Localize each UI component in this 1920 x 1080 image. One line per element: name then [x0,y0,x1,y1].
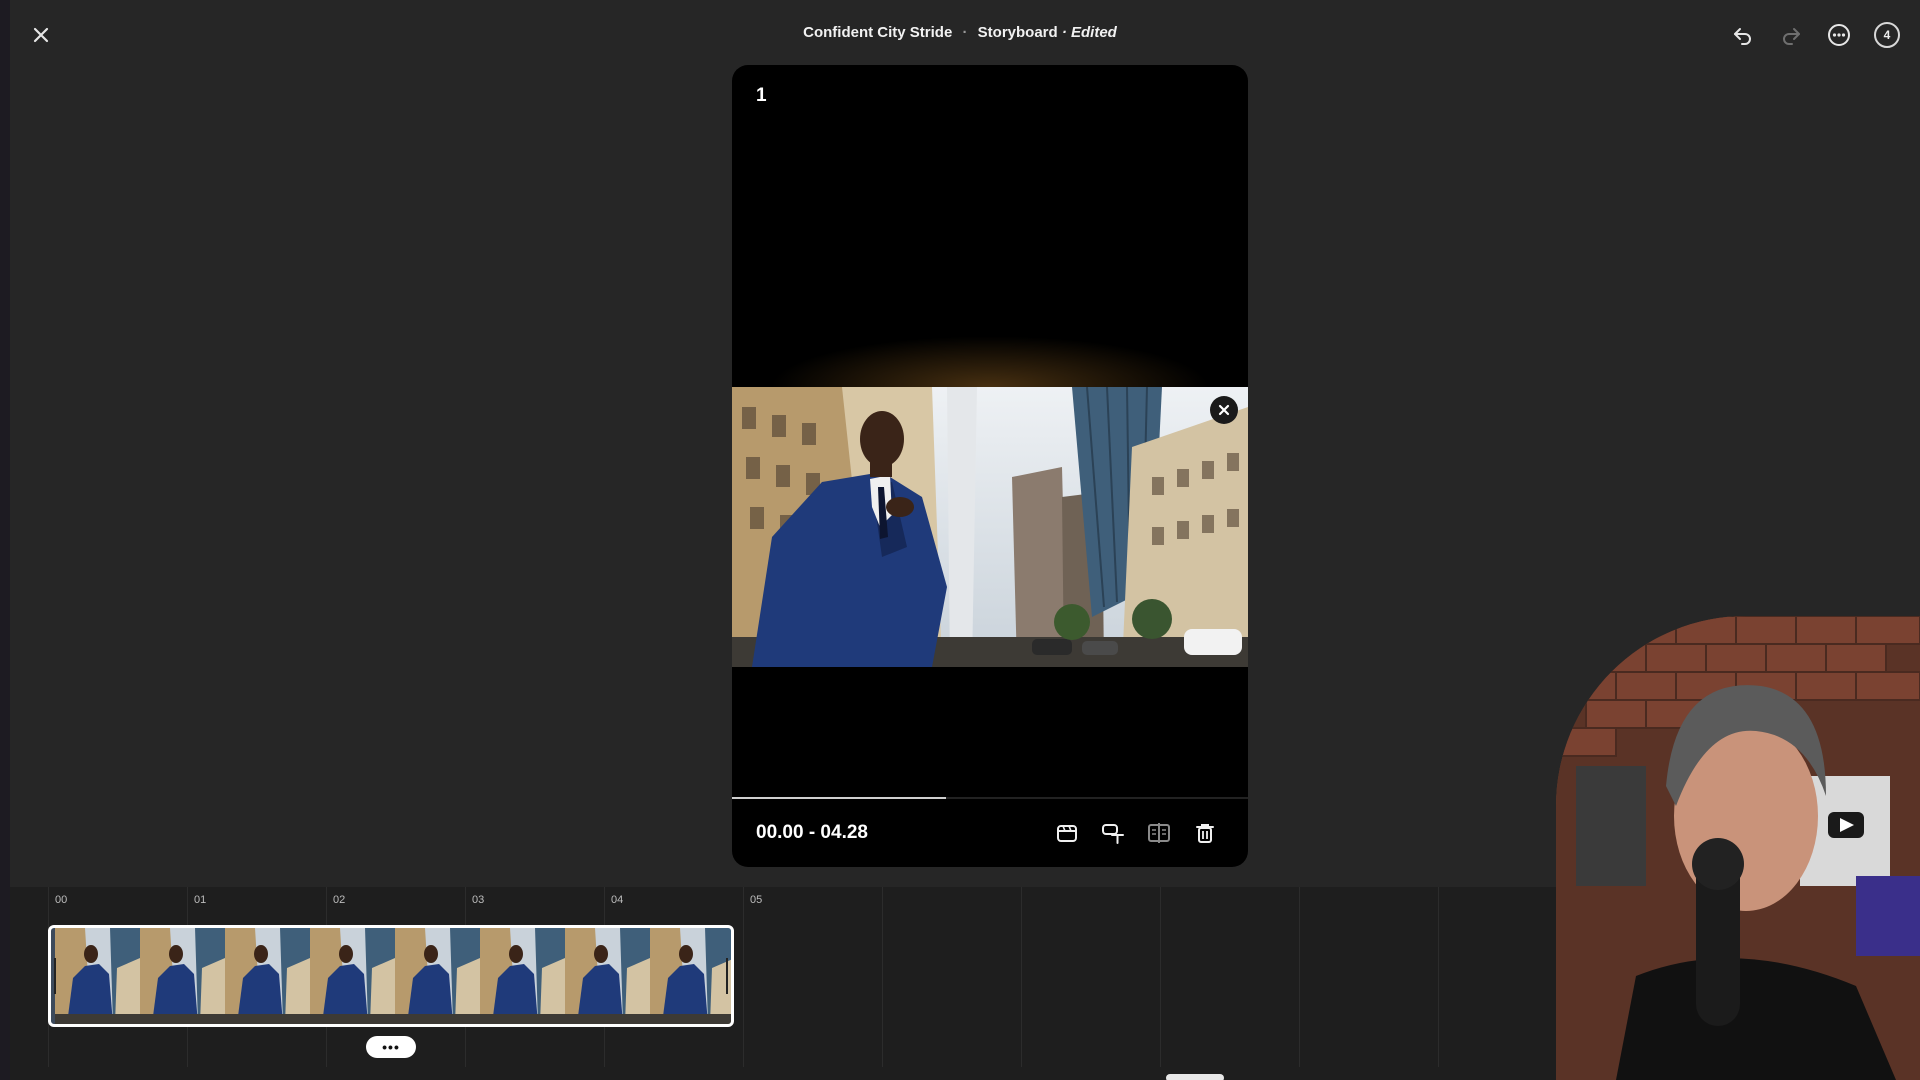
playback-progress-fill [732,797,947,799]
undo-button[interactable] [1728,20,1758,50]
ruler-tick [882,887,883,1067]
top-actions: 4 [1728,20,1902,50]
undo-icon [1734,28,1751,45]
ruler-tick [1160,887,1161,1067]
notifications-button[interactable]: 4 [1872,20,1902,50]
more-options-icon [1828,24,1850,46]
scene-image[interactable] [732,387,1248,667]
redo-button[interactable] [1776,20,1806,50]
delete-scene-button[interactable] [1192,820,1218,846]
more-dots: ••• [382,1039,400,1055]
ruler-label: 00 [55,894,68,906]
more-options-button[interactable] [1824,20,1854,50]
ruler-label: 01 [194,894,207,906]
clip-trim-handle-left[interactable] [54,958,56,994]
scene-number: 1 [756,85,767,106]
clip-trim-handle-right[interactable] [726,958,728,994]
remove-media-button[interactable] [1210,396,1238,424]
scene-tools [1054,820,1218,846]
ruler-tick [1299,887,1300,1067]
clip-settings-button[interactable] [1054,820,1080,846]
ruler-tick [1021,887,1022,1067]
ruler-tick [1438,887,1439,1067]
scene-time-range: 00.00 - 04.28 [756,822,868,843]
scene-preview-card: 1 00.00 - 04.28 [732,65,1248,867]
media-glow [732,327,1248,387]
ruler-label: 03 [472,894,485,906]
top-bar: Confident City Stride · Storyboard · Edi… [0,0,1920,68]
clip-more-button[interactable]: ••• [366,1036,416,1058]
storyboard-editor: Confident City Stride · Storyboard · Edi… [0,0,1920,1080]
presenter-video [1556,616,1920,1080]
webcam-overlay [1556,616,1920,1080]
ruler-label: 04 [611,894,624,906]
left-edge [0,0,10,1080]
notifications-count: 4 [1874,22,1900,48]
ruler-label: 02 [333,894,346,906]
clip-icon [1057,825,1077,842]
compare-button[interactable] [1146,820,1172,846]
clip-thumbnails [55,928,731,1024]
timeline-clip[interactable] [48,925,734,1027]
title-separator: · [962,24,968,41]
ruler-label: 05 [750,894,763,906]
timeline-scrollbar[interactable] [1166,1074,1224,1080]
page-title: Confident City Stride · Storyboard · Edi… [0,24,1920,41]
text-style-icon [1102,824,1124,844]
redo-icon [1783,28,1800,45]
edit-status: · Edited [1061,24,1117,41]
trash-icon [1196,824,1214,843]
playback-progress[interactable] [732,797,1248,799]
text-style-button[interactable] [1100,820,1126,846]
city-scene-illustration [732,387,1248,667]
project-name: Confident City Stride [803,24,953,41]
compare-icon [1148,823,1170,843]
mode-label: Storyboard [977,24,1058,41]
ruler-tick [743,887,744,1067]
close-icon [1218,404,1230,416]
